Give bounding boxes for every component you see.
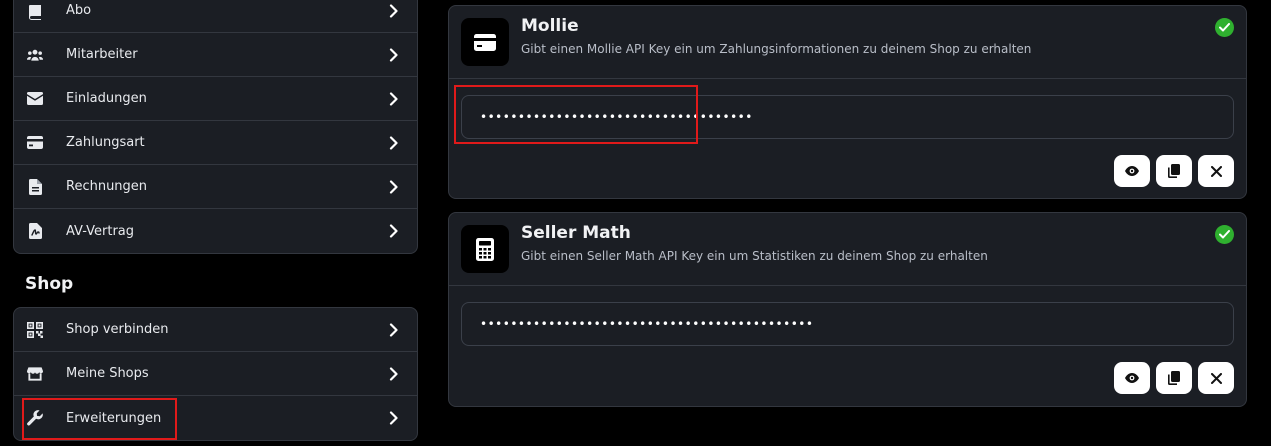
menu-item-label: Zahlungsart <box>66 135 145 150</box>
show-key-button[interactable] <box>1114 362 1150 394</box>
integration-title: Mollie <box>521 16 579 36</box>
integration-description: Gibt einen Seller Math API Key ein um St… <box>521 249 988 263</box>
integration-card-mollie: Mollie Gibt einen Mollie API Key ein um … <box>448 5 1247 199</box>
close-icon <box>1210 372 1222 384</box>
chevron-right-icon <box>389 4 398 18</box>
menu-item-av-vertrag[interactable]: AV-Vertrag <box>14 209 417 253</box>
show-key-button[interactable] <box>1114 155 1150 187</box>
shop-menu: Shop verbinden Meine Shops Erweiterungen <box>13 307 418 441</box>
menu-item-label: Meine Shops <box>66 366 149 381</box>
api-key-input[interactable] <box>461 95 1234 139</box>
copy-icon <box>1168 164 1180 178</box>
integration-card-seller-math: Seller Math Gibt einen Seller Math API K… <box>448 212 1247 407</box>
menu-item-mitarbeiter[interactable]: Mitarbeiter <box>14 33 417 77</box>
menu-item-abo[interactable]: Abo <box>14 0 417 33</box>
key-actions <box>1114 155 1234 187</box>
chevron-right-icon <box>389 224 398 238</box>
wrench-icon <box>27 410 43 426</box>
copy-key-button[interactable] <box>1156 155 1192 187</box>
divider <box>449 285 1246 286</box>
eye-icon <box>1125 166 1139 176</box>
qr-code-icon <box>27 321 43 338</box>
envelope-icon <box>27 91 43 107</box>
chevron-right-icon <box>389 323 398 337</box>
menu-item-label: AV-Vertrag <box>66 223 135 239</box>
eye-icon <box>1125 373 1139 383</box>
copy-icon <box>1168 371 1180 385</box>
menu-item-rechnungen[interactable]: Rechnungen <box>14 165 417 209</box>
seller-math-logo <box>461 225 509 273</box>
chevron-right-icon <box>389 136 398 150</box>
menu-item-label: Rechnungen <box>66 179 148 194</box>
credit-card-icon <box>474 33 496 51</box>
copy-key-button[interactable] <box>1156 362 1192 394</box>
credit-card-icon <box>27 135 43 151</box>
integration-title: Seller Math <box>521 223 631 243</box>
contract-icon <box>27 223 43 239</box>
api-key-input[interactable] <box>461 302 1234 346</box>
menu-item-meine-shops[interactable]: Meine Shops <box>14 352 417 396</box>
mollie-logo <box>461 18 509 66</box>
chevron-right-icon <box>389 180 398 194</box>
menu-item-erweiterungen[interactable]: Erweiterungen <box>14 396 417 440</box>
menu-item-label: Shop verbinden <box>66 322 169 337</box>
check-circle-icon <box>1215 225 1234 244</box>
clear-key-button[interactable] <box>1198 155 1234 187</box>
key-actions <box>1114 362 1234 394</box>
divider <box>449 78 1246 79</box>
account-menu: Abo Mitarbeiter Einladungen Zahlungsart … <box>13 0 418 254</box>
check-circle-icon <box>1215 18 1234 37</box>
menu-item-label: Erweiterungen <box>66 410 162 426</box>
menu-item-label: Abo <box>66 3 92 18</box>
invoice-icon <box>27 178 43 195</box>
chevron-right-icon <box>389 92 398 106</box>
menu-item-einladungen[interactable]: Einladungen <box>14 77 417 121</box>
menu-item-label: Mitarbeiter <box>66 47 138 62</box>
menu-item-shop-verbinden[interactable]: Shop verbinden <box>14 308 417 352</box>
store-icon <box>27 366 43 382</box>
chevron-right-icon <box>389 367 398 381</box>
menu-item-zahlungsart[interactable]: Zahlungsart <box>14 121 417 165</box>
book-icon <box>27 4 43 20</box>
chevron-right-icon <box>389 411 398 425</box>
chevron-right-icon <box>389 48 398 62</box>
menu-item-label: Einladungen <box>66 91 147 106</box>
section-title-shop: Shop <box>25 274 74 294</box>
clear-key-button[interactable] <box>1198 362 1234 394</box>
users-icon <box>27 47 43 63</box>
calculator-icon <box>476 237 494 261</box>
close-icon <box>1210 165 1222 177</box>
integration-description: Gibt einen Mollie API Key ein um Zahlung… <box>521 42 1032 56</box>
